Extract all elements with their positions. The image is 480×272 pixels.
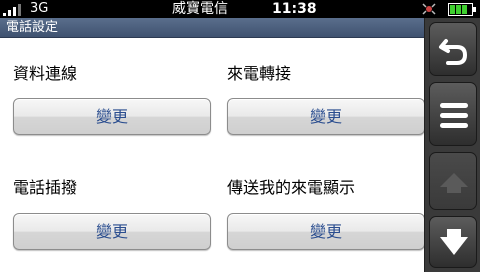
settings-content: 資料連線 變更 來電轉接 變更 電話插撥 變更 傳送我的來電顯示 變更: [0, 38, 427, 272]
menu-button[interactable]: [429, 82, 477, 146]
scroll-up-button[interactable]: [429, 152, 477, 210]
page-title: 電話設定: [6, 20, 59, 35]
signal-icon: [3, 4, 21, 16]
network-type: 3G: [30, 1, 49, 16]
battery-icon: [448, 3, 476, 16]
setting-label: 來電轉接: [227, 64, 292, 83]
side-panel: [424, 18, 480, 272]
send-caller-id-change-button[interactable]: 變更: [227, 213, 425, 250]
arrow-down-icon: [440, 229, 468, 255]
setting-label: 傳送我的來電顯示: [227, 178, 356, 197]
clock: 11:38: [272, 1, 317, 17]
setting-label: 電話插撥: [13, 178, 78, 197]
setting-data-connection: 資料連線: [13, 63, 213, 85]
title-bar: 電話設定: [0, 18, 424, 38]
setting-call-forwarding: 來電轉接: [227, 63, 427, 85]
status-bar: 3G 威寶電信 11:38: [0, 0, 480, 18]
scroll-down-button[interactable]: [429, 216, 477, 268]
back-icon: [439, 39, 468, 65]
setting-label: 資料連線: [13, 64, 78, 83]
setting-call-waiting: 電話插撥: [13, 177, 213, 199]
back-button[interactable]: [429, 22, 477, 76]
carrier-name: 威寶電信: [172, 1, 228, 17]
data-connection-change-button[interactable]: 變更: [13, 98, 211, 135]
call-waiting-change-button[interactable]: 變更: [13, 213, 211, 250]
setting-send-caller-id: 傳送我的來電顯示: [227, 177, 427, 199]
gps-icon: [422, 3, 436, 15]
call-forwarding-change-button[interactable]: 變更: [227, 98, 425, 135]
arrow-up-icon: [440, 173, 468, 193]
menu-icon: [440, 103, 468, 128]
